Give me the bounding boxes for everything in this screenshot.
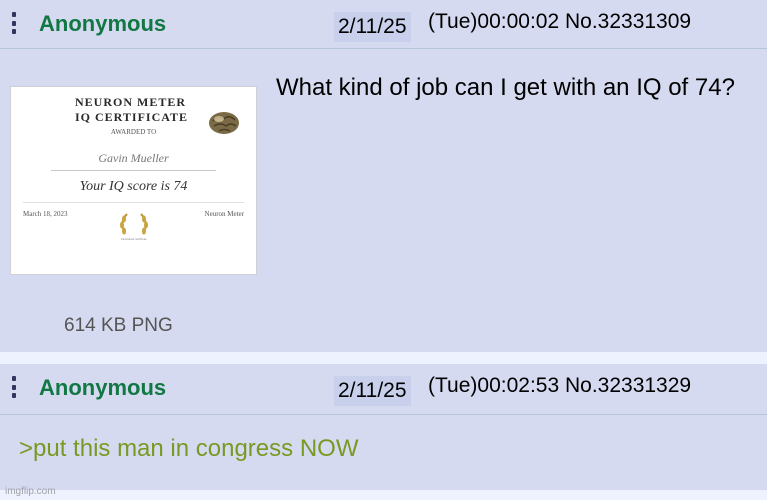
certificate-score: Your IQ score is 74 xyxy=(79,179,188,194)
post-date: 2/11/25 xyxy=(334,12,411,42)
post-image-thumbnail[interactable]: NEURON METER IQ CERTIFICATE AWARDED TO G… xyxy=(10,86,257,275)
post-greentext: >put this man in congress NOW xyxy=(19,435,359,462)
poster-name: Anonymous xyxy=(39,375,167,400)
certificate-emblem-text: Download certificate xyxy=(121,237,147,241)
menu-icon[interactable] xyxy=(11,376,16,398)
menu-icon[interactable] xyxy=(11,12,16,34)
certificate-footer-line xyxy=(23,202,244,203)
imgflip-watermark: imgflip.com xyxy=(5,486,56,497)
gap-bottom xyxy=(0,490,767,500)
certificate-title-line1: NEURON METER xyxy=(75,95,187,109)
gap-top xyxy=(0,352,767,364)
post-time-and-number[interactable]: (Tue)00:02:53 No.32331329 xyxy=(428,374,691,398)
certificate-title-line2: IQ CERTIFICATE xyxy=(75,110,189,124)
laurel-icon: Download certificate xyxy=(120,213,148,241)
post-date: 2/11/25 xyxy=(334,376,411,406)
poster-name: Anonymous xyxy=(39,11,167,36)
post-32331309: Anonymous 2/11/25 (Tue)00:00:02 No.32331… xyxy=(0,0,767,352)
post-header: Anonymous 2/11/25 (Tue)00:02:53 No.32331… xyxy=(0,364,767,415)
certificate-issuer: Neuron Meter xyxy=(204,210,244,218)
post-time-and-number[interactable]: (Tue)00:00:02 No.32331309 xyxy=(428,10,691,34)
post-message: What kind of job can I get with an IQ of… xyxy=(276,74,735,101)
certificate-awarded-to: AWARDED TO xyxy=(110,128,157,136)
certificate-title: NEURON METER IQ CERTIFICATE xyxy=(75,95,188,125)
certificate-recipient: Gavin Mueller xyxy=(98,151,169,165)
certificate-date: March 18, 2023 xyxy=(23,210,68,218)
file-info: 614 KB PNG xyxy=(64,315,173,336)
certificate-divider xyxy=(51,170,216,171)
post-header: Anonymous 2/11/25 (Tue)00:00:02 No.32331… xyxy=(0,0,767,49)
post-32331329: Anonymous 2/11/25 (Tue)00:02:53 No.32331… xyxy=(0,364,767,490)
